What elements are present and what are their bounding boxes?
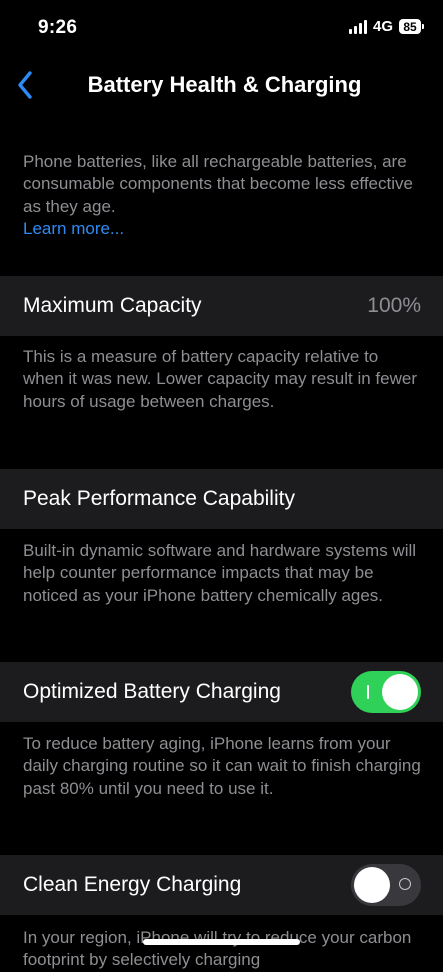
clean-energy-toggle[interactable] xyxy=(351,864,421,906)
toggle-knob xyxy=(382,674,418,710)
intro-text: Phone batteries, like all rechargeable b… xyxy=(23,152,413,216)
optimized-charging-row: Optimized Battery Charging xyxy=(0,662,443,722)
optimized-charging-toggle[interactable] xyxy=(351,671,421,713)
cellular-signal-icon xyxy=(348,19,367,34)
status-icons: 4G 85 xyxy=(348,18,424,35)
status-time: 9:26 xyxy=(38,17,78,38)
peak-performance-description: Built-in dynamic software and hardware s… xyxy=(23,541,417,605)
intro-description: Phone batteries, like all rechargeable b… xyxy=(23,151,423,240)
toggle-off-icon xyxy=(399,878,411,890)
toggle-on-icon xyxy=(367,685,369,699)
navigation-bar: Battery Health & Charging xyxy=(0,60,443,110)
maximum-capacity-value: 100% xyxy=(367,294,421,317)
maximum-capacity-label: Maximum Capacity xyxy=(23,294,202,317)
peak-performance-label: Peak Performance Capability xyxy=(23,487,295,510)
learn-more-link[interactable]: Learn more... xyxy=(23,218,423,240)
page-title: Battery Health & Charging xyxy=(87,72,362,97)
clean-energy-row: Clean Energy Charging xyxy=(0,855,443,915)
maximum-capacity-row: Maximum Capacity 100% xyxy=(0,276,443,336)
toggle-knob xyxy=(354,867,390,903)
status-bar: 9:26 4G 85 xyxy=(0,0,443,56)
optimized-charging-description: To reduce battery aging, iPhone learns f… xyxy=(23,734,421,798)
battery-level: 85 xyxy=(403,19,417,34)
battery-icon: 85 xyxy=(399,19,424,34)
peak-performance-row[interactable]: Peak Performance Capability xyxy=(0,469,443,529)
clean-energy-label: Clean Energy Charging xyxy=(23,873,242,896)
optimized-charging-label: Optimized Battery Charging xyxy=(23,680,281,703)
maximum-capacity-description: This is a measure of battery capacity re… xyxy=(23,347,418,411)
home-indicator[interactable] xyxy=(143,939,300,945)
clean-energy-description: In your region, iPhone will try to reduc… xyxy=(23,928,412,970)
network-type: 4G xyxy=(372,18,393,35)
